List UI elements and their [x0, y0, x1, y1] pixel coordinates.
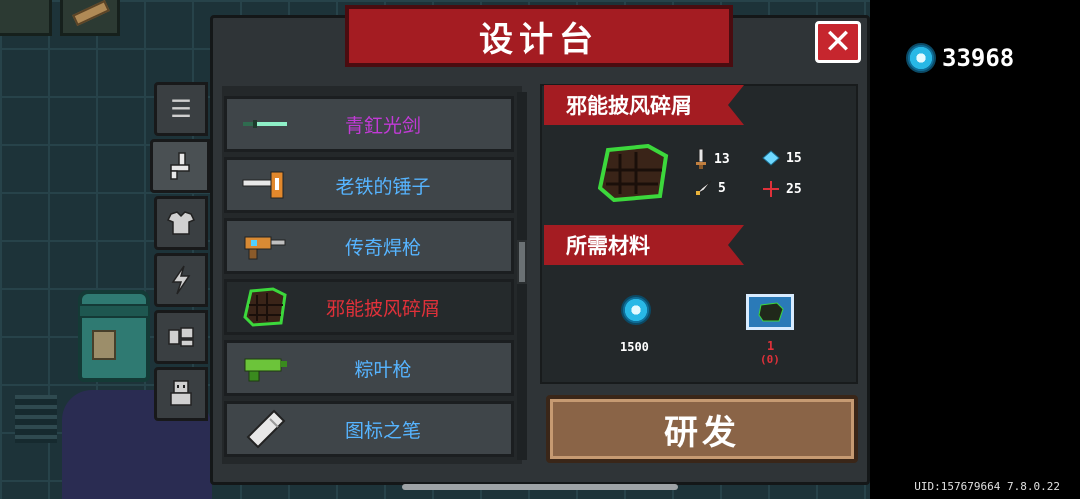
- dagger-icon: [696, 148, 706, 169]
- currency-value: 33968: [942, 44, 1015, 72]
- crosshair-icon: [763, 181, 779, 197]
- character-icon: [170, 380, 192, 406]
- weapon-icon: [170, 152, 190, 180]
- armor-icon: [167, 211, 195, 235]
- dark-area: [870, 0, 1080, 499]
- gem-icon: [621, 295, 651, 325]
- materials-title-banner: 所需材料: [544, 225, 744, 265]
- stat-accuracy: 25: [762, 180, 802, 198]
- materials-title: 所需材料: [566, 234, 650, 258]
- cloak-icon: [597, 143, 670, 206]
- material-blueprint-value: 1: [767, 339, 775, 353]
- lightning-icon: [171, 265, 191, 295]
- uid-label: UID:157679664 7.8.0.22: [914, 480, 1060, 493]
- sword-icon: [237, 104, 295, 144]
- tab-weapon[interactable]: [150, 139, 210, 193]
- home-indicator[interactable]: [402, 484, 678, 490]
- energy-crystal-icon: [762, 150, 780, 166]
- crate: [60, 0, 120, 36]
- leaf-gun-icon: [237, 348, 295, 388]
- item-name: 青釭光剑: [344, 114, 421, 137]
- close-icon: ✕: [823, 22, 853, 62]
- scrollbar-thumb[interactable]: [517, 240, 527, 284]
- detail-item-name: 邪能披风碎屑: [566, 94, 692, 118]
- stick: [72, 0, 110, 27]
- item-name: 传奇焊枪: [344, 236, 421, 259]
- material-blueprint-owned: (0): [760, 353, 780, 366]
- stat-accuracy-value: 25: [786, 181, 802, 197]
- crate: [0, 0, 52, 36]
- blueprint-icon: [746, 294, 794, 330]
- tab-list[interactable]: ☰: [154, 82, 208, 136]
- material-gem-value: 1500: [620, 340, 649, 354]
- tab-armor[interactable]: [154, 196, 208, 250]
- list-item-leaf-gun[interactable]: 粽叶枪: [224, 340, 514, 396]
- stat-energy: 15: [762, 150, 802, 166]
- pet-icon: [168, 327, 194, 347]
- list-item-sword[interactable]: 青釭光剑: [224, 96, 514, 152]
- barrel: [78, 290, 150, 382]
- tab-pet[interactable]: [154, 310, 208, 364]
- stat-attack-value: 13: [714, 151, 730, 167]
- tab-skill[interactable]: [154, 253, 208, 307]
- list-item-hammer[interactable]: 老铁的锤子: [224, 157, 514, 213]
- stat-crit: 5: [694, 180, 726, 196]
- tab-character[interactable]: [154, 367, 208, 421]
- stat-attack: 13: [694, 148, 730, 170]
- research-button-label: 研发: [664, 412, 740, 453]
- list-item-pen[interactable]: 图标之笔: [224, 401, 514, 457]
- cloak-icon: [237, 287, 295, 327]
- pen-icon: [237, 409, 295, 449]
- list-item-cloak[interactable]: 邪能披风碎屑: [224, 279, 514, 335]
- title-banner: 设计台: [323, 5, 755, 73]
- currency-display: 33968: [906, 43, 1014, 73]
- hammer-icon: [237, 165, 295, 205]
- item-name: 邪能披风碎屑: [325, 297, 440, 320]
- list-item-welder[interactable]: 传奇焊枪: [224, 218, 514, 274]
- list-icon: ☰: [170, 95, 192, 123]
- floor-grate: [15, 395, 57, 443]
- detail-title-banner: 邪能披风碎屑: [544, 85, 744, 125]
- stat-energy-value: 15: [786, 150, 802, 166]
- close-button[interactable]: ✕: [815, 21, 861, 63]
- crit-icon: [694, 180, 712, 196]
- research-button[interactable]: 研发: [546, 395, 858, 463]
- item-list[interactable]: 青釭光剑 老铁的锤子 传奇焊枪 邪能披风碎屑 粽叶枪 图标之笔: [222, 86, 522, 464]
- item-name: 图标之笔: [344, 419, 421, 442]
- stat-crit-value: 5: [718, 180, 726, 196]
- item-name: 粽叶枪: [354, 358, 412, 381]
- window-title: 设计台: [479, 19, 599, 60]
- gem-icon: [906, 43, 936, 73]
- welder-icon: [237, 226, 295, 266]
- item-name: 老铁的锤子: [335, 175, 431, 198]
